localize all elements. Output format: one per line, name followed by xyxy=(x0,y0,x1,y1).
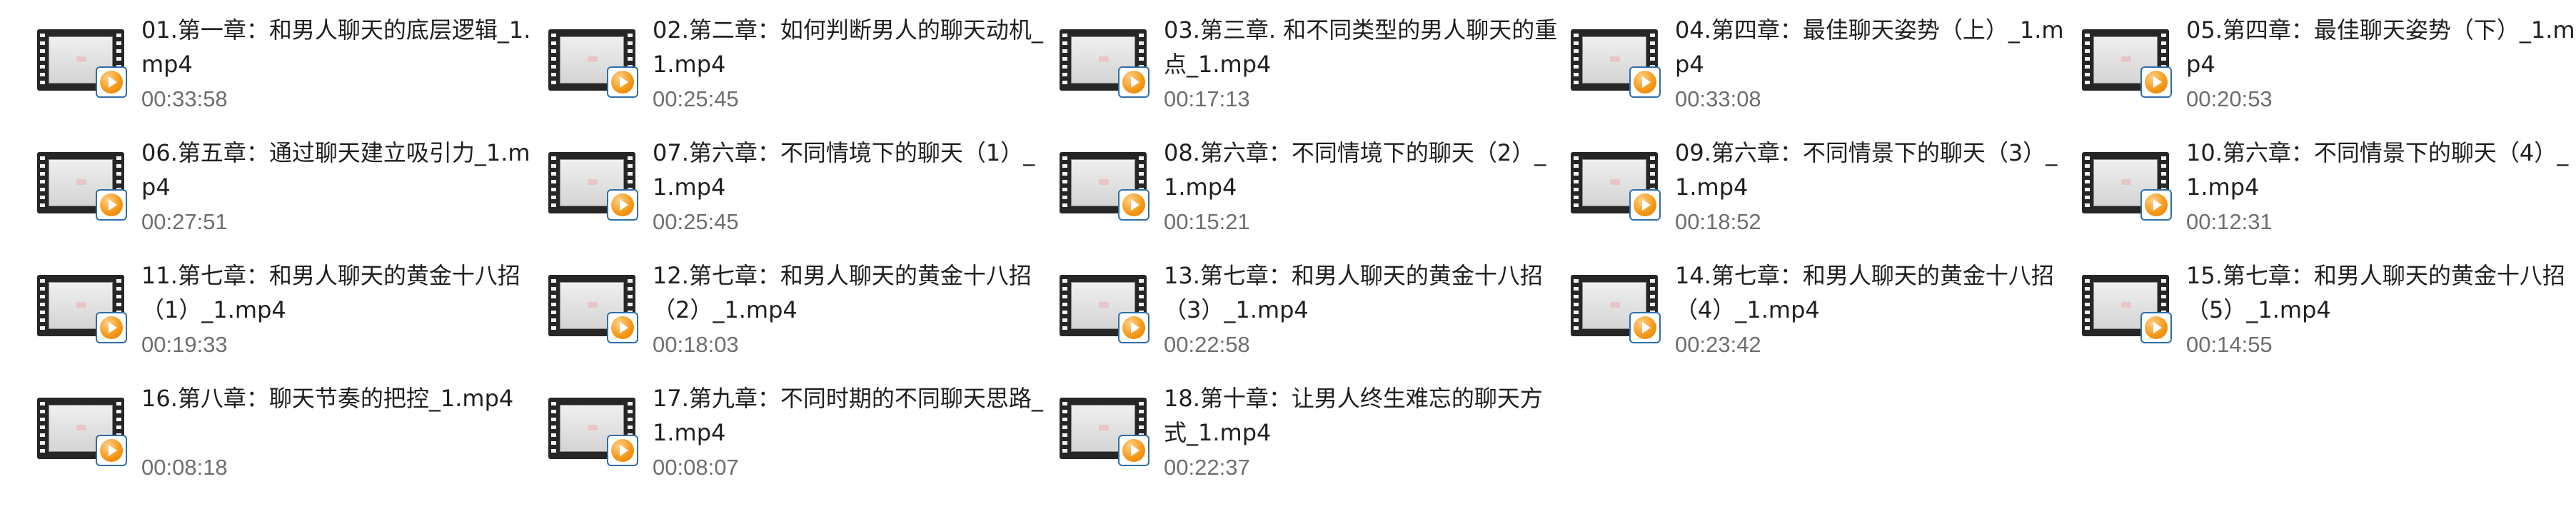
file-name: 10.第六章：不同情景下的聊天（4）_1.mp4 xyxy=(2186,139,2569,201)
file-item[interactable]: 05.第四章：最佳聊天姿势（下）_1.mp4 00:20:53 xyxy=(2079,10,2576,133)
file-item[interactable]: 04.第四章：最佳聊天姿势（上）_1.mp4 00:33:08 xyxy=(1568,10,2079,133)
file-duration: 00:33:58 xyxy=(141,86,228,111)
file-name: 14.第七章：和男人聊天的黄金十八招（4）_1.mp4 xyxy=(1675,262,2054,323)
file-item[interactable]: 16.第八章：聊天节奏的把控_1.mp4 00:08:18 xyxy=(34,378,545,501)
file-duration: 00:27:51 xyxy=(141,209,228,234)
file-duration: 00:18:52 xyxy=(1675,209,1761,234)
file-name: 09.第六章：不同情景下的聊天（3）_1.mp4 xyxy=(1675,139,2058,201)
play-icon xyxy=(96,435,127,466)
file-item[interactable]: 13.第七章：和男人聊天的黄金十八招（3）_1.mp4 00:22:58 xyxy=(1057,256,1568,378)
file-item[interactable]: 08.第六章：不同情境下的聊天（2）_1.mp4 00:15:21 xyxy=(1057,133,1568,256)
play-icon xyxy=(1629,189,1661,221)
video-file-icon xyxy=(1060,398,1149,466)
file-duration: 00:08:18 xyxy=(141,455,228,480)
video-file-icon xyxy=(2082,275,2172,343)
play-icon xyxy=(96,189,127,221)
play-icon xyxy=(607,66,638,98)
video-file-icon xyxy=(1571,29,1661,98)
file-duration: 00:33:08 xyxy=(1675,86,1761,111)
play-icon xyxy=(96,312,127,343)
file-item[interactable]: 14.第七章：和男人聊天的黄金十八招（4）_1.mp4 00:23:42 xyxy=(1568,256,2079,378)
file-grid: 01.第一章：和男人聊天的底层逻辑_1.mp4 00:33:58 02.第二章：… xyxy=(34,10,2576,501)
file-duration: 00:22:37 xyxy=(1164,455,1250,480)
file-duration: 00:12:31 xyxy=(2186,209,2273,234)
file-item[interactable]: 01.第一章：和男人聊天的底层逻辑_1.mp4 00:33:58 xyxy=(34,10,545,133)
file-item[interactable]: 06.第五章：通过聊天建立吸引力_1.mp4 00:27:51 xyxy=(34,133,545,256)
video-file-icon xyxy=(2082,152,2172,221)
file-name: 06.第五章：通过聊天建立吸引力_1.mp4 xyxy=(141,139,530,201)
file-item[interactable]: 09.第六章：不同情景下的聊天（3）_1.mp4 00:18:52 xyxy=(1568,133,2079,256)
video-file-icon xyxy=(548,152,638,221)
file-duration: 00:08:07 xyxy=(653,455,739,480)
file-item[interactable]: 10.第六章：不同情景下的聊天（4）_1.mp4 00:12:31 xyxy=(2079,133,2576,256)
file-name: 07.第六章：不同情境下的聊天（1）_1.mp4 xyxy=(653,139,1035,201)
video-file-icon xyxy=(2082,29,2172,98)
file-item[interactable]: 07.第六章：不同情境下的聊天（1）_1.mp4 00:25:45 xyxy=(545,133,1057,256)
video-file-icon xyxy=(1060,152,1149,221)
file-name: 03.第三章. 和不同类型的男人聊天的重点_1.mp4 xyxy=(1164,16,1558,78)
play-icon xyxy=(1118,312,1149,343)
video-file-icon xyxy=(548,29,638,98)
file-name: 11.第七章：和男人聊天的黄金十八招（1）_1.mp4 xyxy=(141,262,520,323)
file-item[interactable]: 11.第七章：和男人聊天的黄金十八招（1）_1.mp4 00:19:33 xyxy=(34,256,545,378)
play-icon xyxy=(2140,66,2172,98)
play-icon xyxy=(1118,66,1149,98)
file-name: 13.第七章：和男人聊天的黄金十八招（3）_1.mp4 xyxy=(1164,262,1543,323)
play-icon xyxy=(607,189,638,221)
video-file-icon xyxy=(37,152,127,221)
play-icon xyxy=(2140,189,2172,221)
file-name: 12.第七章：和男人聊天的黄金十八招（2）_1.mp4 xyxy=(653,262,1032,323)
file-duration: 00:14:55 xyxy=(2186,332,2273,357)
play-icon xyxy=(607,435,638,466)
file-duration: 00:17:13 xyxy=(1164,86,1250,111)
file-name: 15.第七章：和男人聊天的黄金十八招（5）_1.mp4 xyxy=(2186,262,2565,323)
play-icon xyxy=(1629,66,1661,98)
file-duration: 00:22:58 xyxy=(1164,332,1250,357)
file-duration: 00:25:45 xyxy=(653,209,739,234)
video-file-icon xyxy=(1060,29,1149,98)
file-duration: 00:19:33 xyxy=(141,332,228,357)
play-icon xyxy=(1118,435,1149,466)
file-name: 05.第四章：最佳聊天姿势（下）_1.mp4 xyxy=(2186,16,2575,78)
file-duration: 00:15:21 xyxy=(1164,209,1250,234)
video-file-icon xyxy=(37,29,127,98)
video-file-icon xyxy=(37,275,127,343)
file-name: 17.第九章：不同时期的不同聊天思路_1.mp4 xyxy=(653,385,1043,446)
video-file-icon xyxy=(37,398,127,466)
file-item[interactable]: 17.第九章：不同时期的不同聊天思路_1.mp4 00:08:07 xyxy=(545,378,1057,501)
file-item[interactable]: 03.第三章. 和不同类型的男人聊天的重点_1.mp4 00:17:13 xyxy=(1057,10,1568,133)
file-name: 18.第十章：让男人终生难忘的聊天方式_1.mp4 xyxy=(1164,385,1543,446)
video-file-icon xyxy=(1060,275,1149,343)
file-item[interactable]: 12.第七章：和男人聊天的黄金十八招（2）_1.mp4 00:18:03 xyxy=(545,256,1057,378)
file-duration: 00:23:42 xyxy=(1675,332,1761,357)
file-item[interactable]: 02.第二章：如何判断男人的聊天动机_1.mp4 00:25:45 xyxy=(545,10,1057,133)
play-icon xyxy=(607,312,638,343)
file-name: 04.第四章：最佳聊天姿势（上）_1.mp4 xyxy=(1675,16,2064,78)
file-name: 08.第六章：不同情境下的聊天（2）_1.mp4 xyxy=(1164,139,1546,201)
play-icon xyxy=(2140,312,2172,343)
play-icon xyxy=(96,66,127,98)
video-file-icon xyxy=(1571,152,1661,221)
video-file-icon xyxy=(548,398,638,466)
file-name: 02.第二章：如何判断男人的聊天动机_1.mp4 xyxy=(653,16,1043,78)
play-icon xyxy=(1118,189,1149,221)
file-duration: 00:20:53 xyxy=(2186,86,2273,111)
file-name: 01.第一章：和男人聊天的底层逻辑_1.mp4 xyxy=(141,16,531,78)
file-item[interactable]: 18.第十章：让男人终生难忘的聊天方式_1.mp4 00:22:37 xyxy=(1057,378,1568,501)
file-duration: 00:18:03 xyxy=(653,332,739,357)
video-file-icon xyxy=(548,275,638,343)
play-icon xyxy=(1629,312,1661,343)
video-file-icon xyxy=(1571,275,1661,343)
file-name: 16.第八章：聊天节奏的把控_1.mp4 xyxy=(141,385,514,412)
file-duration: 00:25:45 xyxy=(653,86,739,111)
file-item[interactable]: 15.第七章：和男人聊天的黄金十八招（5）_1.mp4 00:14:55 xyxy=(2079,256,2576,378)
